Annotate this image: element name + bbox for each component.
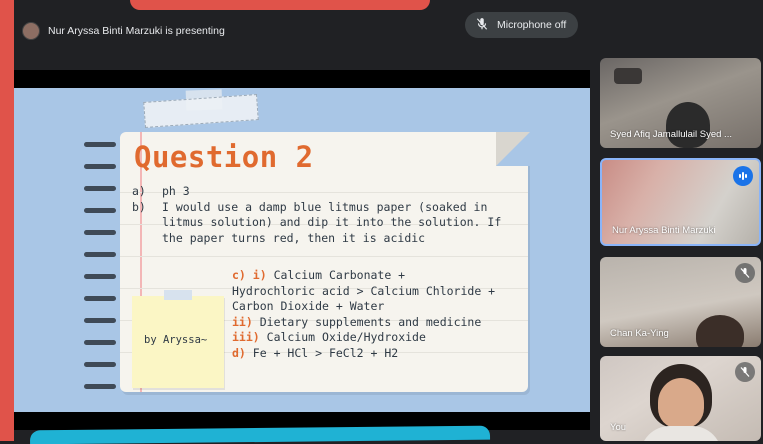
page-curl <box>496 132 530 166</box>
participant-tile[interactable]: You <box>600 356 761 441</box>
answer-text: ph 3 <box>162 184 190 198</box>
c-text: Calcium Carbonate + <box>273 268 406 282</box>
ring <box>84 208 116 213</box>
background-top-shape <box>130 0 430 10</box>
c-text: Dietary supplements and medicine <box>259 314 482 329</box>
ring <box>84 186 116 191</box>
participant-tile[interactable]: Syed Afiq Jamallulail Syed ... <box>600 58 761 148</box>
participant-name: Nur Aryssa Binti Marzuki <box>612 225 716 236</box>
mic-off-icon <box>735 362 755 382</box>
ring <box>84 274 116 279</box>
sticky-note-text: by Aryssa~ <box>144 334 208 346</box>
sticky-note: by Aryssa~ <box>132 296 224 388</box>
c-line-4: ii) Dietary supplements and medicine <box>232 315 522 331</box>
answer-a: a) ph 3 <box>132 184 502 200</box>
tape-label <box>143 94 259 128</box>
ring <box>84 362 116 367</box>
participant-clothing <box>640 426 722 441</box>
presenting-banner: Nur Aryssa Binti Marzuki is presenting <box>22 20 225 42</box>
presenter-avatar <box>22 22 40 40</box>
ring <box>84 318 116 323</box>
sticky-tape <box>164 290 192 300</box>
ring <box>84 164 116 169</box>
ring <box>84 296 116 301</box>
participant-name: Syed Afiq Jamallulail Syed ... <box>610 129 732 140</box>
shared-slide: Question 2 a) ph 3 b) I would use a damp… <box>14 88 590 412</box>
audio-level-icon <box>733 166 753 186</box>
c-prefix: iii) <box>232 330 260 344</box>
answers-c-d-block: c) i) Calcium Carbonate + Hydrochloric a… <box>232 268 522 361</box>
ring <box>84 340 116 345</box>
answer-label: b) <box>132 199 146 214</box>
presenting-label: Nur Aryssa Binti Marzuki is presenting <box>48 25 225 37</box>
c-prefix: ii) <box>232 314 253 329</box>
slide-title: Question 2 <box>134 140 314 174</box>
participant-video <box>696 315 744 347</box>
c-line-1: c) i) Calcium Carbonate + <box>232 268 522 284</box>
d-line: d) Fe + HCl > FeCl2 + H2 <box>232 346 522 362</box>
letterbox-top <box>14 70 590 90</box>
ring <box>84 252 116 257</box>
ring <box>84 384 116 389</box>
d-text: Fe + HCl > FeCl2 + H2 <box>252 345 399 360</box>
mic-status-label: Microphone off <box>497 19 567 31</box>
participant-name: Chan Ka-Ying <box>610 328 669 339</box>
c-line-2: Hydrochloric acid > Calcium Chloride + <box>232 283 496 298</box>
answers-block: a) ph 3 b) I would use a damp blue litmu… <box>132 184 502 246</box>
participant-tile[interactable]: Chan Ka-Ying <box>600 257 761 347</box>
participant-tile[interactable]: Nur Aryssa Binti Marzuki <box>600 158 761 246</box>
c-text: Calcium Oxide/Hydroxide <box>266 330 426 344</box>
microphone-off-indicator[interactable]: Microphone off <box>465 12 579 38</box>
spiral-binding <box>84 142 124 402</box>
mic-off-icon <box>475 17 489 34</box>
ceiling-fan <box>614 68 642 84</box>
mic-off-icon <box>735 263 755 283</box>
participant-face <box>658 378 704 428</box>
ring <box>84 142 116 147</box>
ring <box>84 230 116 235</box>
participant-video <box>666 102 710 148</box>
answer-label: a) <box>132 184 146 198</box>
d-prefix: d) <box>232 345 246 360</box>
c-line-5: iii) Calcium Oxide/Hydroxide <box>232 330 522 346</box>
answer-b: b) I would use a damp blue litmus paper … <box>132 200 502 247</box>
c-line-3: Carbon Dioxide + Water <box>232 299 385 313</box>
background-edge <box>0 0 14 441</box>
paper-rule <box>120 256 528 257</box>
answer-text: I would use a damp blue litmus paper (so… <box>162 199 502 245</box>
c-prefix: c) i) <box>232 268 267 282</box>
participant-name: You <box>610 422 627 433</box>
